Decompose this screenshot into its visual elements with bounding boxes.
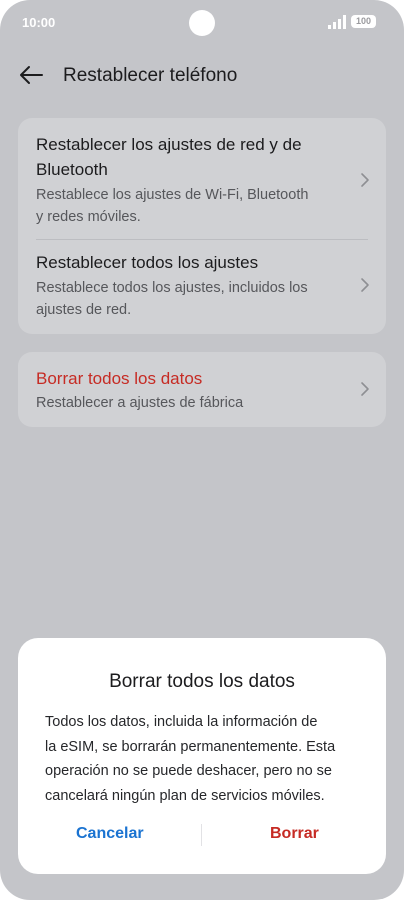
reset-all-settings-subtitle-line2: ajustes de red. bbox=[36, 302, 132, 318]
dialog-message-line2: la eSIM, se borrarán permanentemente. Es… bbox=[45, 738, 336, 755]
reset-network-subtitle-line1: Restablece los ajustes de Wi-Fi, Bluetoo… bbox=[36, 187, 309, 203]
reset-options-card: Restablecer los ajustes de red y de Blue… bbox=[18, 118, 386, 334]
battery-level: 100 bbox=[355, 16, 372, 26]
reset-network-title-line1: Restablecer los ajustes de red y de bbox=[36, 135, 302, 154]
erase-all-data-card: Borrar todos los datos Restablecer a aju… bbox=[18, 352, 386, 427]
back-arrow-icon[interactable] bbox=[18, 64, 44, 86]
button-divider bbox=[201, 824, 202, 846]
reset-network-title-line2: Bluetooth bbox=[36, 160, 108, 179]
erase-all-data-item[interactable]: Borrar todos los datos Restablecer a aju… bbox=[36, 366, 356, 414]
reset-all-settings-subtitle-line1: Restablece todos los ajustes, incluidos … bbox=[36, 280, 308, 296]
divider bbox=[36, 239, 368, 240]
erase-all-data-subtitle: Restablecer a ajustes de fábrica bbox=[36, 395, 244, 411]
page-title: Restablecer teléfono bbox=[63, 65, 238, 86]
dialog-message-line3: operación no se puede deshacer, pero no … bbox=[45, 763, 332, 779]
chevron-right-icon bbox=[361, 173, 369, 187]
status-time: 10:00 bbox=[22, 15, 56, 30]
battery-icon: 100 bbox=[351, 15, 376, 28]
signal-icon bbox=[328, 15, 346, 29]
reset-network-item[interactable]: Restablecer los ajustes de red y de Blue… bbox=[36, 132, 356, 228]
reset-all-settings-item[interactable]: Restablecer todos los ajustes Restablece… bbox=[36, 250, 356, 321]
dialog-message: Todos los datos, incluida la información… bbox=[45, 710, 363, 808]
chevron-right-icon bbox=[361, 278, 369, 292]
reset-all-settings-title: Restablecer todos los ajustes bbox=[36, 253, 259, 272]
header: Restablecer teléfono bbox=[0, 58, 404, 98]
confirm-erase-dialog: Borrar todos los datos Todos los datos, … bbox=[18, 638, 386, 874]
erase-all-data-title: Borrar todos los datos bbox=[36, 369, 203, 388]
camera-cutout bbox=[189, 10, 215, 36]
phone-screen: 10:00 100 Restablecer teléfono Restablec… bbox=[0, 0, 404, 900]
reset-network-subtitle-line2: y redes móviles. bbox=[36, 209, 141, 225]
cancel-button[interactable]: Cancelar bbox=[76, 825, 144, 843]
dialog-title: Borrar todos los datos bbox=[109, 671, 295, 692]
erase-confirm-button[interactable]: Borrar bbox=[270, 825, 319, 843]
status-bar: 10:00 100 bbox=[0, 0, 404, 44]
dialog-message-line1: Todos los datos, incluida la información… bbox=[45, 714, 318, 730]
chevron-right-icon bbox=[361, 382, 369, 396]
dialog-message-line4: cancelará ningún plan de servicios móvil… bbox=[45, 787, 325, 804]
